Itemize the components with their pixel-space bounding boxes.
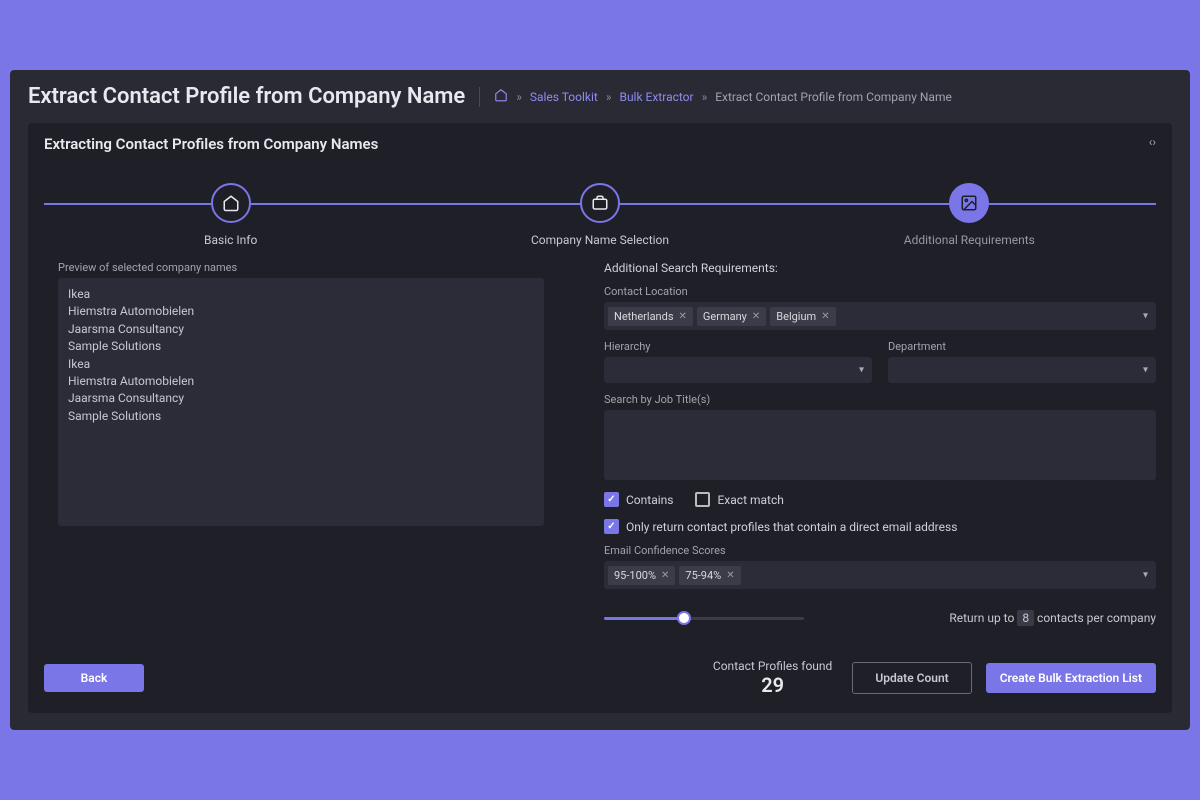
list-item: Sample Solutions: [68, 338, 534, 355]
step-additional-requirements[interactable]: Additional Requirements: [785, 183, 1154, 247]
tag-label: Germany: [703, 310, 747, 323]
update-count-button[interactable]: Update Count: [852, 662, 971, 694]
list-item: Hiemstra Automobielen: [68, 303, 534, 320]
checkbox-label: Exact match: [717, 493, 783, 507]
list-item: Hiemstra Automobielen: [68, 373, 534, 390]
tag-label: 95-100%: [614, 569, 656, 582]
remove-icon[interactable]: ✕: [821, 311, 829, 322]
footer: Back Contact Profiles found 29 Update Co…: [44, 659, 1156, 697]
step-label: Additional Requirements: [904, 233, 1035, 247]
location-label: Contact Location: [604, 285, 1156, 298]
slider-text: Return up to 8 contacts per company: [949, 611, 1156, 625]
list-item: Jaarsma Consultancy: [68, 390, 534, 407]
confidence-select[interactable]: 95-100% ✕ 75-94% ✕ ▾: [604, 561, 1156, 589]
checkbox-label: Contains: [626, 493, 673, 507]
home-icon[interactable]: [494, 88, 508, 105]
step-company-selection[interactable]: Company Name Selection: [415, 183, 784, 247]
breadcrumb-sales-toolkit[interactable]: Sales Toolkit: [530, 90, 598, 104]
checkbox-label: Only return contact profiles that contai…: [626, 520, 957, 534]
exact-match-checkbox[interactable]: Exact match: [695, 492, 783, 507]
code-toggle-icon[interactable]: ‹›: [1149, 135, 1156, 149]
remove-icon[interactable]: ✕: [661, 570, 669, 581]
image-icon: [960, 194, 978, 212]
jobtitle-label: Search by Job Title(s): [604, 393, 1156, 406]
breadcrumb-sep: »: [606, 90, 612, 104]
breadcrumb-sep: »: [516, 90, 522, 104]
contact-location-select[interactable]: Netherlands ✕ Germany ✕ Belgium ✕ ▾: [604, 302, 1156, 330]
preview-label: Preview of selected company names: [58, 261, 544, 274]
location-tag: Germany ✕: [697, 307, 766, 326]
right-column: Additional Search Requirements: Contact …: [604, 261, 1156, 625]
divider: [479, 87, 480, 107]
contains-checkbox[interactable]: Contains: [604, 492, 673, 507]
profiles-found: Contact Profiles found 29: [713, 659, 832, 697]
slider-fill: [604, 617, 684, 620]
breadcrumb-sep: »: [702, 90, 708, 104]
breadcrumb-bulk-extractor[interactable]: Bulk Extractor: [619, 90, 693, 104]
list-item: Sample Solutions: [68, 408, 534, 425]
top-bar: Extract Contact Profile from Company Nam…: [28, 84, 1172, 109]
page-title: Extract Contact Profile from Company Nam…: [28, 84, 465, 109]
remove-icon[interactable]: ✕: [726, 570, 734, 581]
stepper: Basic Info Company Name Selection Additi…: [44, 183, 1156, 247]
list-item: Jaarsma Consultancy: [68, 321, 534, 338]
found-label: Contact Profiles found: [713, 659, 832, 673]
list-item: Ikea: [68, 356, 534, 373]
hierarchy-select[interactable]: ▾: [604, 357, 872, 383]
hierarchy-label: Hierarchy: [604, 340, 872, 353]
contacts-slider[interactable]: [604, 617, 804, 620]
list-item: Ikea: [68, 286, 534, 303]
left-column: Preview of selected company names Ikea H…: [44, 261, 544, 625]
step-basic-info[interactable]: Basic Info: [46, 183, 415, 247]
tag-label: Netherlands: [614, 310, 674, 323]
contacts-count: 8: [1017, 610, 1034, 626]
breadcrumb-current: Extract Contact Profile from Company Nam…: [715, 90, 952, 104]
location-tag: Netherlands ✕: [608, 307, 693, 326]
department-select[interactable]: ▾: [888, 357, 1156, 383]
create-list-button[interactable]: Create Bulk Extraction List: [986, 663, 1156, 693]
briefcase-icon: [591, 194, 609, 212]
slider-thumb[interactable]: [677, 611, 691, 625]
department-label: Department: [888, 340, 1156, 353]
confidence-label: Email Confidence Scores: [604, 544, 1156, 557]
tag-label: 75-94%: [685, 569, 721, 582]
step-label: Basic Info: [204, 233, 257, 247]
chevron-down-icon: ▾: [1143, 570, 1148, 581]
chevron-down-icon: ▾: [859, 365, 864, 376]
main-panel: Extracting Contact Profiles from Company…: [28, 123, 1172, 713]
remove-icon[interactable]: ✕: [752, 311, 760, 322]
location-tag: Belgium ✕: [770, 307, 835, 326]
company-preview: Ikea Hiemstra Automobielen Jaarsma Consu…: [58, 278, 544, 526]
step-label: Company Name Selection: [531, 233, 669, 247]
panel-title: Extracting Contact Profiles from Company…: [44, 135, 1156, 153]
back-button[interactable]: Back: [44, 664, 144, 692]
remove-icon[interactable]: ✕: [679, 311, 687, 322]
confidence-tag: 95-100% ✕: [608, 566, 675, 585]
section-title: Additional Search Requirements:: [604, 261, 1156, 275]
chevron-down-icon: ▾: [1143, 311, 1148, 322]
panel-body: Preview of selected company names Ikea H…: [44, 261, 1156, 625]
found-count: 29: [713, 673, 832, 697]
tag-label: Belgium: [776, 310, 816, 323]
chevron-down-icon: ▾: [1143, 365, 1148, 376]
direct-email-checkbox[interactable]: Only return contact profiles that contai…: [604, 519, 1156, 534]
breadcrumb: » Sales Toolkit » Bulk Extractor » Extra…: [494, 88, 952, 105]
home-icon: [222, 194, 240, 212]
jobtitle-input[interactable]: [604, 410, 1156, 480]
app-window: Extract Contact Profile from Company Nam…: [10, 70, 1190, 730]
confidence-tag: 75-94% ✕: [679, 566, 740, 585]
